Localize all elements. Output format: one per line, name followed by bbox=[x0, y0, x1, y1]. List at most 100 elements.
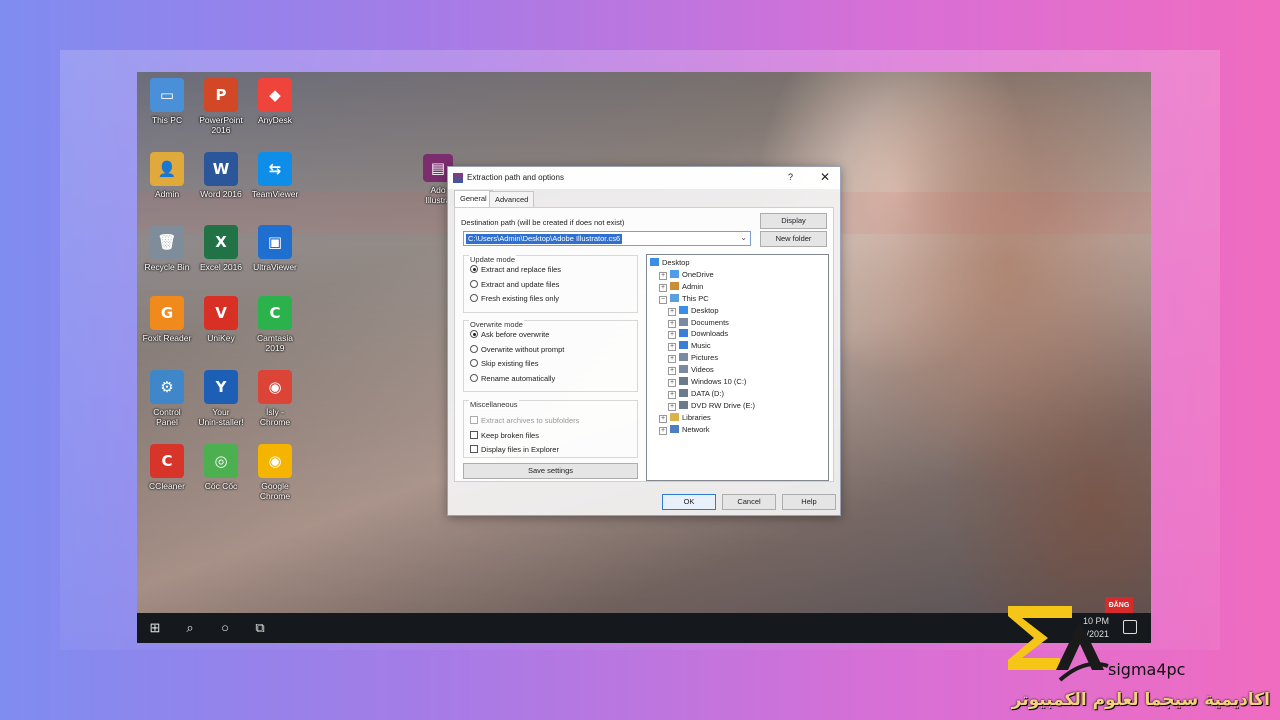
expand-icon[interactable]: + bbox=[668, 331, 676, 340]
radio-button[interactable] bbox=[470, 265, 478, 273]
display-button[interactable]: Display bbox=[760, 213, 827, 229]
expand-icon[interactable]: + bbox=[659, 271, 667, 280]
expand-icon[interactable]: + bbox=[668, 379, 676, 387]
desktop-icon[interactable]: ◉ Ísly - Chrome bbox=[245, 370, 305, 427]
radio-button[interactable] bbox=[470, 344, 478, 353]
desktop-icon[interactable]: 👤 Admin bbox=[137, 152, 197, 199]
expand-icon[interactable]: + bbox=[668, 319, 676, 328]
desktop-icon[interactable]: 🗑 Recycle Bin bbox=[137, 225, 197, 272]
desktop-icon[interactable]: ◆ AnyDesk bbox=[245, 78, 305, 125]
sigma4pc-logo-icon bbox=[1008, 606, 1109, 682]
search-icon[interactable]: ⌕ bbox=[182, 620, 198, 636]
checkbox[interactable] bbox=[470, 445, 478, 453]
expand-icon[interactable]: + bbox=[668, 402, 676, 411]
ok-button[interactable]: OK bbox=[662, 494, 716, 510]
radio-button[interactable] bbox=[470, 279, 478, 288]
tree-node[interactable]: + Libraries bbox=[659, 412, 711, 423]
update-mode-option-label: Extract and replace files bbox=[481, 265, 562, 274]
overwrite-mode-option[interactable]: Skip existing files bbox=[470, 359, 539, 368]
expand-icon[interactable]: + bbox=[659, 283, 667, 292]
expand-icon[interactable]: + bbox=[668, 390, 676, 399]
expand-icon[interactable]: + bbox=[668, 355, 676, 364]
new-folder-button[interactable]: New folder bbox=[760, 231, 827, 247]
help-icon[interactable]: ? bbox=[788, 172, 793, 182]
tree-node[interactable]: + Documents bbox=[668, 317, 729, 328]
save-settings-button[interactable]: Save settings bbox=[463, 463, 638, 479]
expand-icon[interactable]: + bbox=[659, 414, 667, 423]
radio-button[interactable] bbox=[470, 373, 478, 382]
update-mode-option[interactable]: Extract and replace files bbox=[470, 265, 561, 274]
expand-icon[interactable]: + bbox=[668, 367, 676, 376]
overwrite-mode-option[interactable]: Rename automatically bbox=[470, 373, 555, 383]
task-view-icon[interactable]: ⧉ bbox=[252, 620, 268, 636]
close-icon[interactable]: ✕ bbox=[820, 170, 830, 184]
desktop-icon[interactable]: V UniKey bbox=[191, 296, 251, 343]
tree-node[interactable]: + Network bbox=[659, 424, 710, 435]
tree-node[interactable]: + Pictures bbox=[668, 353, 718, 364]
desktop-icon[interactable]: ◉ Google Chrome bbox=[245, 444, 305, 501]
destination-path-input[interactable]: C:\Users\Admin\Desktop\Adobe Illustrator… bbox=[463, 231, 751, 246]
cortana-icon[interactable]: ○ bbox=[217, 620, 233, 636]
overwrite-mode-option[interactable]: Ask before overwrite bbox=[470, 330, 549, 339]
desktop-icon[interactable]: ◎ Cốc Cốc bbox=[191, 444, 251, 491]
expand-icon[interactable]: + bbox=[668, 307, 676, 316]
desktop-icon[interactable]: ⚙ Control Panel bbox=[137, 370, 197, 427]
expand-icon[interactable]: + bbox=[668, 343, 676, 352]
desktop-icon[interactable]: ▣ UltraViewer bbox=[245, 225, 305, 272]
update-mode-option[interactable]: Extract and update files bbox=[470, 279, 560, 289]
desktop-icon-label: Foxit Reader bbox=[142, 333, 192, 343]
tree-node[interactable]: + OneDrive bbox=[659, 269, 714, 280]
desktop-icon[interactable]: W Word 2016 bbox=[191, 152, 251, 199]
tree-node[interactable]: + DVD RW Drive (E:) bbox=[668, 400, 755, 411]
chevron-down-icon[interactable]: ⌄ bbox=[740, 233, 747, 242]
app-icon: X bbox=[204, 225, 238, 259]
update-mode-option[interactable]: Fresh existing files only bbox=[470, 294, 559, 303]
desktop-icon[interactable]: ▭ This PC bbox=[137, 78, 197, 125]
radio-button[interactable] bbox=[470, 359, 478, 367]
help-button[interactable]: Help bbox=[782, 494, 836, 510]
desktop-icon[interactable]: X Excel 2016 bbox=[191, 225, 251, 272]
tree-node[interactable]: + Admin bbox=[659, 281, 704, 292]
desktop-icon[interactable]: G Foxit Reader bbox=[137, 296, 197, 343]
miscellaneous-option[interactable]: Display files in Explorer bbox=[470, 445, 559, 454]
checkbox[interactable] bbox=[470, 430, 478, 439]
radio-button[interactable] bbox=[470, 330, 478, 338]
tree-node-label: Admin bbox=[682, 281, 704, 291]
desktop-icon[interactable]: C CCleaner bbox=[137, 444, 197, 491]
expand-icon[interactable]: + bbox=[659, 426, 667, 435]
collapse-icon[interactable]: − bbox=[659, 295, 667, 304]
overwrite-mode-group: Overwrite mode Ask before overwrite Overw… bbox=[463, 320, 638, 392]
start-button[interactable]: ⊞ bbox=[147, 620, 163, 636]
desktop-icon[interactable]: C Camtasia 2019 bbox=[245, 296, 305, 353]
tree-node[interactable]: + DATA (D:) bbox=[668, 388, 724, 399]
app-icon: ◎ bbox=[204, 444, 238, 478]
tree-node-label: Windows 10 (C:) bbox=[691, 377, 747, 386]
radio-button[interactable] bbox=[470, 294, 478, 302]
tab-advanced[interactable]: Advanced bbox=[489, 191, 535, 207]
tree-node[interactable]: + Desktop bbox=[668, 305, 719, 316]
desktop-icon[interactable]: ⇆ TeamViewer bbox=[245, 152, 305, 199]
tab-general[interactable]: General bbox=[454, 190, 493, 207]
desktop-icon[interactable]: P PowerPoint 2016 bbox=[191, 78, 251, 135]
notification-icon[interactable] bbox=[1123, 620, 1137, 634]
tree-node[interactable]: + Music bbox=[668, 341, 711, 352]
tree-node[interactable]: + Windows 10 (C:) bbox=[668, 377, 746, 387]
desktop-icon[interactable]: Y Your Unin-staller! bbox=[191, 370, 251, 427]
tree-node[interactable]: − This PC bbox=[659, 293, 709, 304]
desktop-icon-label: PowerPoint 2016 bbox=[199, 115, 243, 135]
desktop-icon-label: Google Chrome bbox=[259, 481, 291, 501]
update-mode-option-label: Extract and update files bbox=[481, 279, 560, 289]
tree-node[interactable]: + Downloads bbox=[668, 329, 728, 340]
desktop-icon-label: UltraViewer bbox=[253, 262, 297, 272]
folder-icon bbox=[679, 353, 688, 362]
desktop-icon-label: AnyDesk bbox=[257, 115, 292, 125]
folder-tree[interactable]: Desktop + OneDrive + Admin − This PC + Desktop + D… bbox=[646, 254, 829, 481]
tree-node[interactable]: Desktop bbox=[650, 258, 690, 267]
overwrite-mode-option-label: Skip existing files bbox=[481, 359, 539, 368]
overwrite-mode-option[interactable]: Overwrite without prompt bbox=[470, 344, 564, 354]
miscellaneous-option[interactable]: Keep broken files bbox=[470, 430, 539, 440]
app-icon: Y bbox=[204, 370, 238, 404]
cancel-button[interactable]: Cancel bbox=[722, 494, 776, 510]
tree-node[interactable]: + Videos bbox=[668, 365, 714, 376]
desktop-icon-label: TeamViewer bbox=[251, 189, 299, 199]
